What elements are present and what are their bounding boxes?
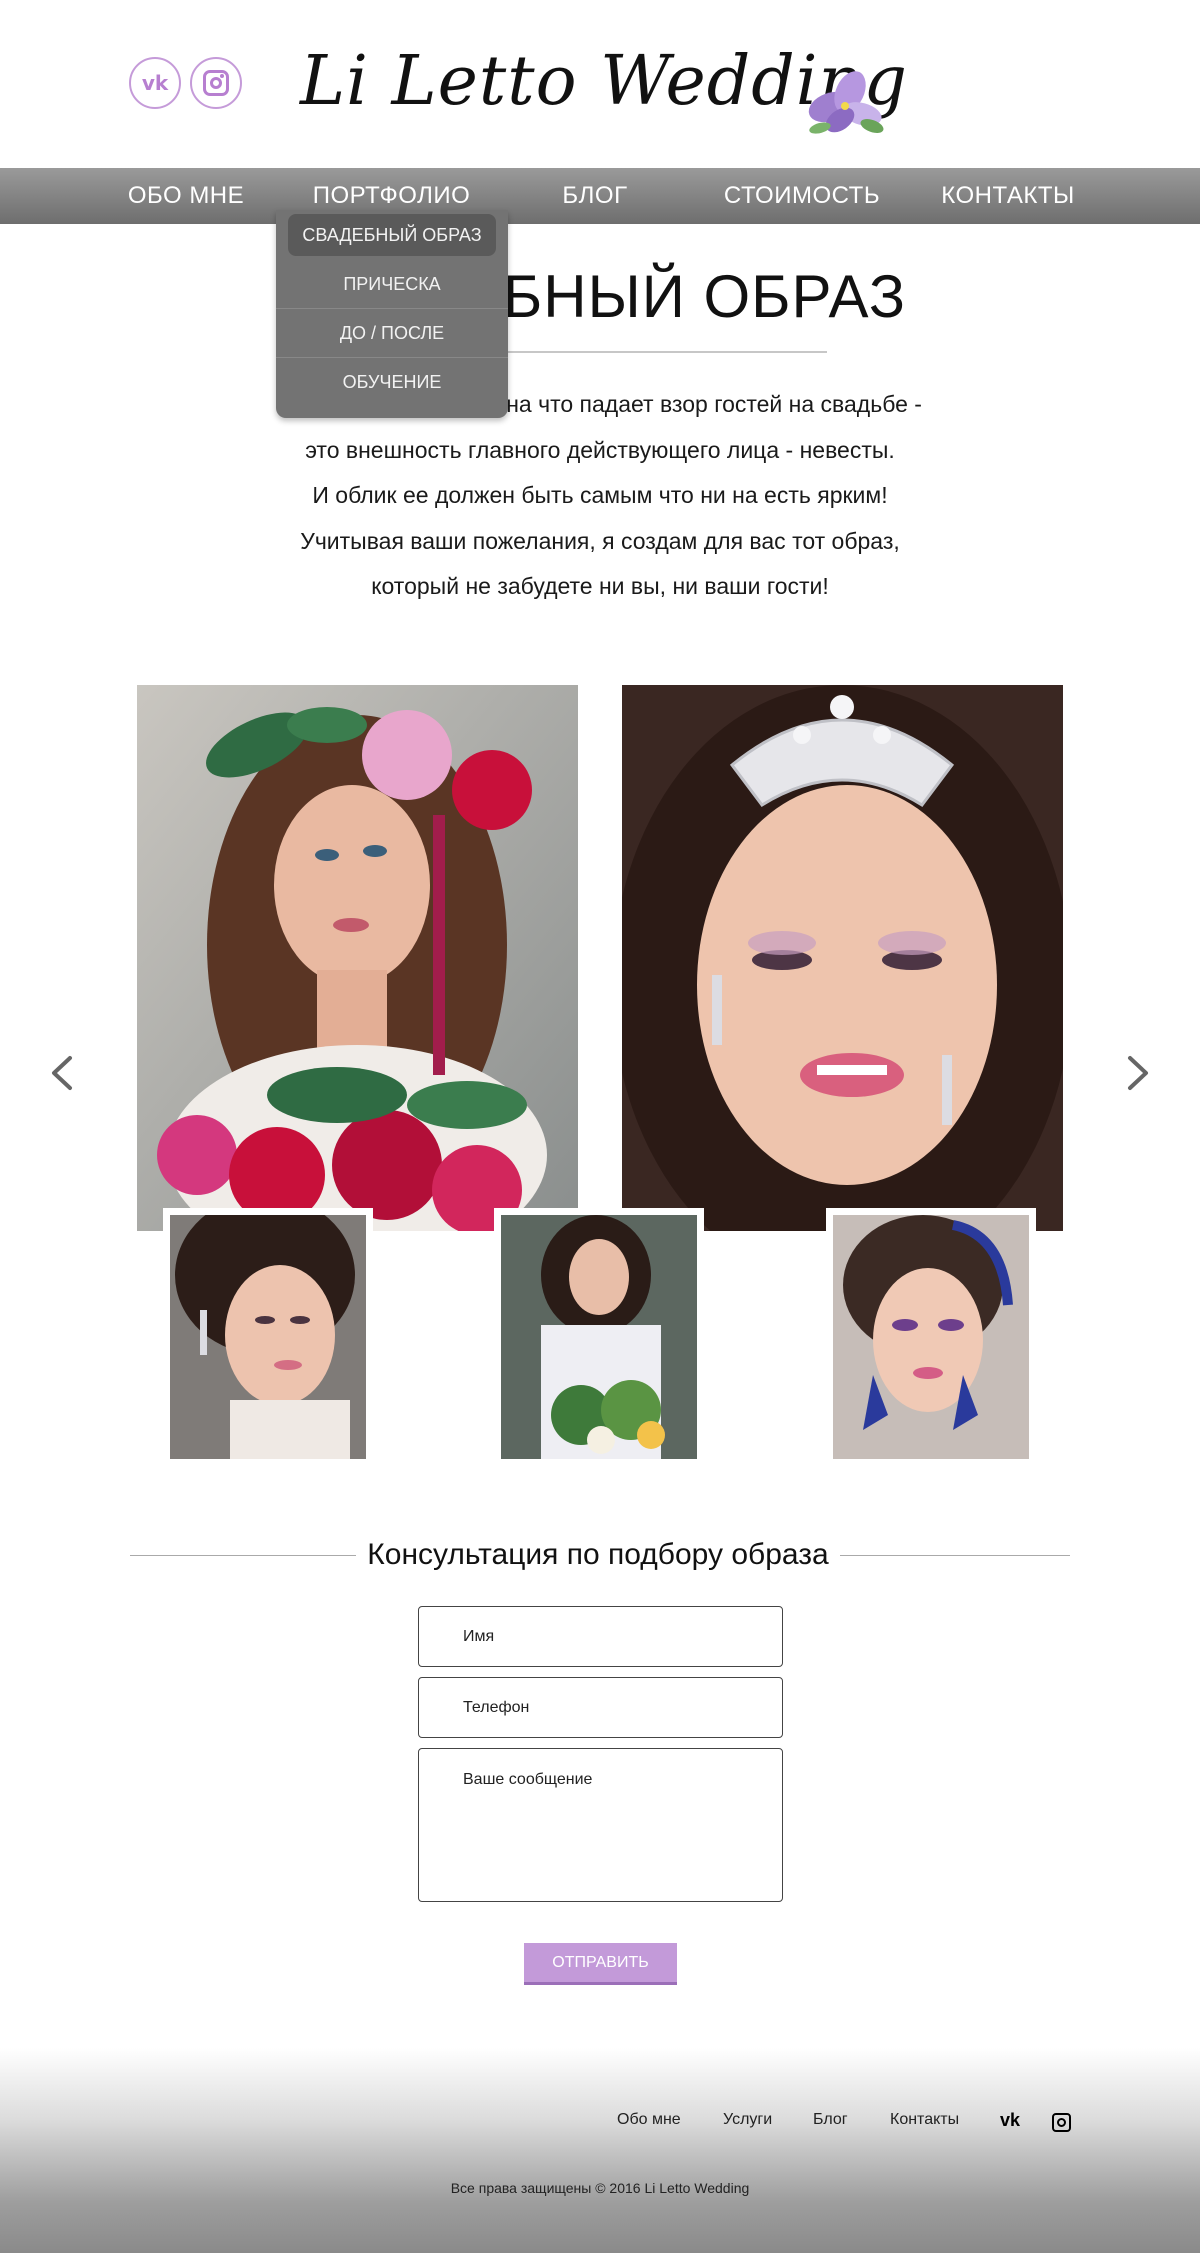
tiara-photo-image bbox=[622, 685, 1063, 1231]
thumbnail-image bbox=[833, 1215, 1029, 1459]
gallery-thumbnail[interactable] bbox=[494, 1208, 704, 1464]
intro-line: который не забудете ни вы, ни ваши гости… bbox=[371, 573, 829, 599]
footer-vk-icon[interactable]: vk bbox=[1000, 2110, 1020, 2131]
copyright-text: Все права защищены © 2016 Li Letto Weddi… bbox=[450, 2180, 750, 2196]
dropdown-item-wedding-look[interactable]: СВАДЕБНЫЙ ОБРАЗ bbox=[288, 214, 496, 256]
name-field[interactable] bbox=[418, 1606, 783, 1667]
thumbnail-image bbox=[170, 1215, 366, 1459]
footer-link-blog[interactable]: Блог bbox=[813, 2111, 848, 2129]
footer bbox=[0, 2048, 1200, 2253]
chevron-right-icon[interactable] bbox=[1118, 1050, 1158, 1096]
dropdown-item-before-after[interactable]: ДО / ПОСЛЕ bbox=[276, 309, 508, 358]
instagram-icon[interactable] bbox=[190, 57, 242, 109]
submit-button[interactable]: ОТПРАВИТЬ bbox=[524, 1943, 677, 1985]
intro-line: И облик ее должен быть самым что ни на е… bbox=[312, 482, 888, 508]
gallery-thumbnail[interactable] bbox=[826, 1208, 1036, 1464]
dropdown-item-hairstyle[interactable]: ПРИЧЕСКА bbox=[276, 260, 508, 309]
heading-divider-left bbox=[130, 1555, 356, 1556]
intro-text: Несомненно первое, на что падает взор го… bbox=[0, 382, 1200, 610]
footer-link-contacts[interactable]: Контакты bbox=[890, 2111, 959, 2129]
message-field[interactable] bbox=[418, 1748, 783, 1902]
nav-item-about[interactable]: ОБО МНЕ bbox=[120, 168, 252, 224]
footer-link-services[interactable]: Услуги bbox=[723, 2111, 772, 2129]
nav-item-contacts[interactable]: КОНТАКТЫ bbox=[937, 168, 1079, 224]
nav-item-blog[interactable]: БЛОГ bbox=[560, 168, 630, 224]
gallery-photo-tiara[interactable] bbox=[622, 685, 1063, 1231]
portfolio-dropdown: СВАДЕБНЫЙ ОБРАЗ ПРИЧЕСКА ДО / ПОСЛЕ ОБУЧ… bbox=[276, 210, 508, 418]
bride-photo-image bbox=[137, 685, 578, 1231]
gallery-thumbnail[interactable] bbox=[163, 1208, 373, 1464]
intro-line: Несомненно первое, на что падает взор го… bbox=[278, 391, 922, 417]
thumbnail-image bbox=[501, 1215, 697, 1459]
gallery-photo-flower-crown[interactable] bbox=[137, 685, 578, 1231]
footer-instagram-icon[interactable] bbox=[1052, 2113, 1071, 2132]
dropdown-item-training[interactable]: ОБУЧЕНИЕ bbox=[276, 358, 508, 407]
lily-flower-icon bbox=[808, 71, 884, 134]
page-title: СВАДЕБНЫЙ ОБРАЗ bbox=[293, 263, 907, 330]
intro-line: Учитывая ваши пожелания, я создам для ва… bbox=[300, 527, 900, 554]
header: vk Li Letto Wedding bbox=[0, 0, 1200, 168]
phone-field[interactable] bbox=[418, 1677, 783, 1738]
chevron-left-icon[interactable] bbox=[42, 1050, 82, 1096]
consultation-heading: Консультация по подбору образа bbox=[130, 1532, 1070, 1578]
logo[interactable]: Li Letto Wedding bbox=[300, 22, 907, 142]
main-nav: ОБО МНЕ ПОРТФОЛИО БЛОГ СТОИМОСТЬ КОНТАКТ… bbox=[0, 168, 1200, 224]
vk-glyph: vk bbox=[141, 71, 169, 95]
instagram-glyph bbox=[203, 70, 229, 96]
vk-icon[interactable]: vk bbox=[129, 57, 181, 109]
consultation-title: Консультация по подбору образа bbox=[367, 1538, 829, 1571]
footer-link-about[interactable]: Обо мне bbox=[617, 2111, 681, 2129]
heading-divider-right bbox=[840, 1555, 1070, 1556]
nav-item-pricing[interactable]: СТОИМОСТЬ bbox=[718, 168, 886, 224]
intro-line: это внешность главного действующего лица… bbox=[305, 436, 895, 463]
